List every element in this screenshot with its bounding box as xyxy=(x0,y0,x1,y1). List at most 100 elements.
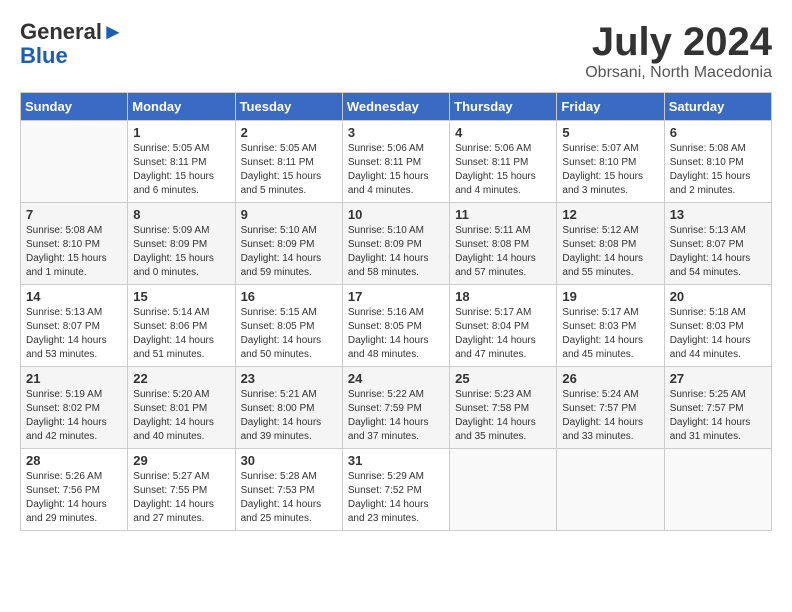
calendar-cell xyxy=(664,449,771,531)
day-info: Sunrise: 5:12 AM Sunset: 8:08 PM Dayligh… xyxy=(562,224,658,280)
week-row-5: 28 Sunrise: 5:26 AM Sunset: 7:56 PM Dayli… xyxy=(21,449,772,531)
day-info: Sunrise: 5:24 AM Sunset: 7:57 PM Dayligh… xyxy=(562,388,658,444)
day-info: Sunrise: 5:10 AM Sunset: 8:09 PM Dayligh… xyxy=(348,224,444,280)
week-row-3: 14Sunrise: 5:13 AM Sunset: 8:07 PM Dayli… xyxy=(21,285,772,367)
day-info: Sunrise: 5:27 AM Sunset: 7:55 PM Dayligh… xyxy=(133,470,229,526)
day-number: 3 xyxy=(348,125,444,140)
day-number: 26 xyxy=(562,371,658,386)
day-number: 7 xyxy=(26,207,122,222)
day-number: 12 xyxy=(562,207,658,222)
page-header: General► Blue July 2024 Obrsani, North M… xyxy=(20,20,772,82)
day-number: 4 xyxy=(455,125,551,140)
day-of-week-friday: Friday xyxy=(557,93,664,121)
day-number: 2 xyxy=(241,125,337,140)
day-number: 27 xyxy=(670,371,766,386)
calendar-cell: 16 Sunrise: 5:15 AM Sunset: 8:05 PM Dayli… xyxy=(235,285,342,367)
week-row-1: 1 Sunrise: 5:05 AM Sunset: 8:11 PM Daylig… xyxy=(21,121,772,203)
calendar-cell: 9Sunrise: 5:10 AM Sunset: 8:09 PM Daylig… xyxy=(235,203,342,285)
day-info: Sunrise: 5:09 AM Sunset: 8:09 PM Dayligh… xyxy=(133,224,229,280)
logo-blue: Blue xyxy=(20,43,68,68)
day-info: Sunrise: 5:16 AM Sunset: 8:05 PM Dayligh… xyxy=(348,306,444,362)
calendar-cell: 8 Sunrise: 5:09 AM Sunset: 8:09 PM Daylig… xyxy=(128,203,235,285)
day-number: 31 xyxy=(348,453,444,468)
day-info: Sunrise: 5:17 AM Sunset: 8:04 PM Dayligh… xyxy=(455,306,551,362)
calendar-cell xyxy=(557,449,664,531)
week-row-4: 21 Sunrise: 5:19 AM Sunset: 8:02 PM Dayli… xyxy=(21,367,772,449)
day-number: 19 xyxy=(562,289,658,304)
calendar-cell: 19 Sunrise: 5:17 AM Sunset: 8:03 PM Dayli… xyxy=(557,285,664,367)
day-info: Sunrise: 5:13 AM Sunset: 8:07 PM Dayligh… xyxy=(26,306,122,362)
calendar-cell: 12 Sunrise: 5:12 AM Sunset: 8:08 PM Dayli… xyxy=(557,203,664,285)
calendar-cell: 2 Sunrise: 5:05 AM Sunset: 8:11 PM Daylig… xyxy=(235,121,342,203)
day-number: 16 xyxy=(241,289,337,304)
day-info: Sunrise: 5:22 AM Sunset: 7:59 PM Dayligh… xyxy=(348,388,444,444)
day-number: 13 xyxy=(670,207,766,222)
calendar-cell: 4Sunrise: 5:06 AM Sunset: 8:11 PM Daylig… xyxy=(450,121,557,203)
calendar-cell: 18 Sunrise: 5:17 AM Sunset: 8:04 PM Dayli… xyxy=(450,285,557,367)
calendar-cell: 22Sunrise: 5:20 AM Sunset: 8:01 PM Dayli… xyxy=(128,367,235,449)
day-number: 23 xyxy=(241,371,337,386)
day-number: 22 xyxy=(133,371,229,386)
logo-general: General xyxy=(20,19,102,44)
day-info: Sunrise: 5:23 AM Sunset: 7:58 PM Dayligh… xyxy=(455,388,551,444)
day-info: Sunrise: 5:11 AM Sunset: 8:08 PM Dayligh… xyxy=(455,224,551,280)
day-number: 21 xyxy=(26,371,122,386)
day-info: Sunrise: 5:05 AM Sunset: 8:11 PM Dayligh… xyxy=(133,142,229,198)
day-info: Sunrise: 5:28 AM Sunset: 7:53 PM Dayligh… xyxy=(241,470,337,526)
calendar-cell: 5 Sunrise: 5:07 AM Sunset: 8:10 PM Daylig… xyxy=(557,121,664,203)
day-number: 17 xyxy=(348,289,444,304)
day-info: Sunrise: 5:07 AM Sunset: 8:10 PM Dayligh… xyxy=(562,142,658,198)
day-info: Sunrise: 5:06 AM Sunset: 8:11 PM Dayligh… xyxy=(348,142,444,198)
day-info: Sunrise: 5:21 AM Sunset: 8:00 PM Dayligh… xyxy=(241,388,337,444)
calendar-cell: 14Sunrise: 5:13 AM Sunset: 8:07 PM Dayli… xyxy=(21,285,128,367)
day-number: 5 xyxy=(562,125,658,140)
day-info: Sunrise: 5:13 AM Sunset: 8:07 PM Dayligh… xyxy=(670,224,766,280)
calendar-cell: 30 Sunrise: 5:28 AM Sunset: 7:53 PM Dayli… xyxy=(235,449,342,531)
day-info: Sunrise: 5:25 AM Sunset: 7:57 PM Dayligh… xyxy=(670,388,766,444)
day-info: Sunrise: 5:18 AM Sunset: 8:03 PM Dayligh… xyxy=(670,306,766,362)
day-number: 10 xyxy=(348,207,444,222)
day-of-week-monday: Monday xyxy=(128,93,235,121)
calendar-cell: 27 Sunrise: 5:25 AM Sunset: 7:57 PM Dayli… xyxy=(664,367,771,449)
logo: General► Blue xyxy=(20,20,124,68)
day-number: 6 xyxy=(670,125,766,140)
day-number: 8 xyxy=(133,207,229,222)
day-of-week-wednesday: Wednesday xyxy=(342,93,449,121)
day-info: Sunrise: 5:17 AM Sunset: 8:03 PM Dayligh… xyxy=(562,306,658,362)
calendar-cell: 24 Sunrise: 5:22 AM Sunset: 7:59 PM Dayli… xyxy=(342,367,449,449)
day-number: 15 xyxy=(133,289,229,304)
day-number: 11 xyxy=(455,207,551,222)
day-number: 24 xyxy=(348,371,444,386)
day-of-week-sunday: Sunday xyxy=(21,93,128,121)
day-info: Sunrise: 5:14 AM Sunset: 8:06 PM Dayligh… xyxy=(133,306,229,362)
day-number: 25 xyxy=(455,371,551,386)
day-number: 29 xyxy=(133,453,229,468)
day-number: 28 xyxy=(26,453,122,468)
calendar-cell: 6Sunrise: 5:08 AM Sunset: 8:10 PM Daylig… xyxy=(664,121,771,203)
calendar-cell: 15 Sunrise: 5:14 AM Sunset: 8:06 PM Dayli… xyxy=(128,285,235,367)
location: Obrsani, North Macedonia xyxy=(585,64,772,82)
week-row-2: 7 Sunrise: 5:08 AM Sunset: 8:10 PM Daylig… xyxy=(21,203,772,285)
day-number: 9 xyxy=(241,207,337,222)
calendar-cell xyxy=(450,449,557,531)
day-number: 1 xyxy=(133,125,229,140)
day-info: Sunrise: 5:05 AM Sunset: 8:11 PM Dayligh… xyxy=(241,142,337,198)
day-number: 30 xyxy=(241,453,337,468)
day-of-week-tuesday: Tuesday xyxy=(235,93,342,121)
calendar-cell: 17 Sunrise: 5:16 AM Sunset: 8:05 PM Dayli… xyxy=(342,285,449,367)
day-info: Sunrise: 5:08 AM Sunset: 8:10 PM Dayligh… xyxy=(26,224,122,280)
day-of-week-saturday: Saturday xyxy=(664,93,771,121)
month-title: July 2024 xyxy=(585,20,772,64)
day-number: 18 xyxy=(455,289,551,304)
calendar-cell: 21 Sunrise: 5:19 AM Sunset: 8:02 PM Dayli… xyxy=(21,367,128,449)
day-info: Sunrise: 5:15 AM Sunset: 8:05 PM Dayligh… xyxy=(241,306,337,362)
calendar-cell: 23 Sunrise: 5:21 AM Sunset: 8:00 PM Dayli… xyxy=(235,367,342,449)
calendar-cell: 31Sunrise: 5:29 AM Sunset: 7:52 PM Dayli… xyxy=(342,449,449,531)
calendar-cell: 1 Sunrise: 5:05 AM Sunset: 8:11 PM Daylig… xyxy=(128,121,235,203)
day-number: 20 xyxy=(670,289,766,304)
calendar-cell: 13 Sunrise: 5:13 AM Sunset: 8:07 PM Dayli… xyxy=(664,203,771,285)
day-info: Sunrise: 5:19 AM Sunset: 8:02 PM Dayligh… xyxy=(26,388,122,444)
calendar-cell: 26 Sunrise: 5:24 AM Sunset: 7:57 PM Dayli… xyxy=(557,367,664,449)
day-of-week-thursday: Thursday xyxy=(450,93,557,121)
day-info: Sunrise: 5:26 AM Sunset: 7:56 PM Dayligh… xyxy=(26,470,122,526)
